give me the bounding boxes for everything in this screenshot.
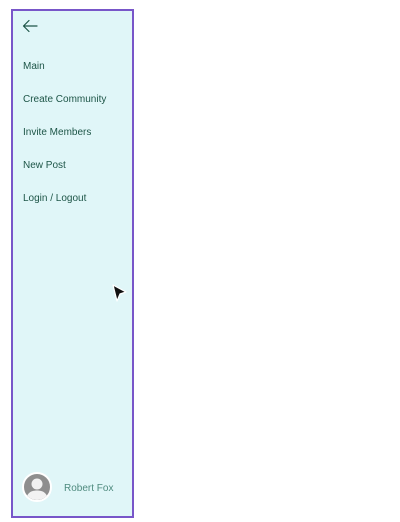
profile-name: Robert Fox (64, 483, 114, 494)
nav-item-new-post[interactable]: New Post (23, 159, 106, 192)
user-profile[interactable]: Robert Fox (22, 472, 122, 506)
mouse-cursor-icon (112, 284, 127, 302)
nav-item-create-community[interactable]: Create Community (23, 93, 106, 126)
nav-menu: Main Create Community Invite Members New… (23, 60, 106, 225)
nav-item-login-logout[interactable]: Login / Logout (23, 192, 106, 225)
nav-item-invite-members[interactable]: Invite Members (23, 126, 106, 159)
user-avatar-icon (26, 478, 48, 500)
back-button[interactable] (22, 19, 38, 33)
avatar (22, 472, 52, 502)
navigation-drawer: Main Create Community Invite Members New… (11, 9, 134, 518)
nav-item-main[interactable]: Main (23, 60, 106, 93)
arrow-left-icon (22, 19, 38, 33)
